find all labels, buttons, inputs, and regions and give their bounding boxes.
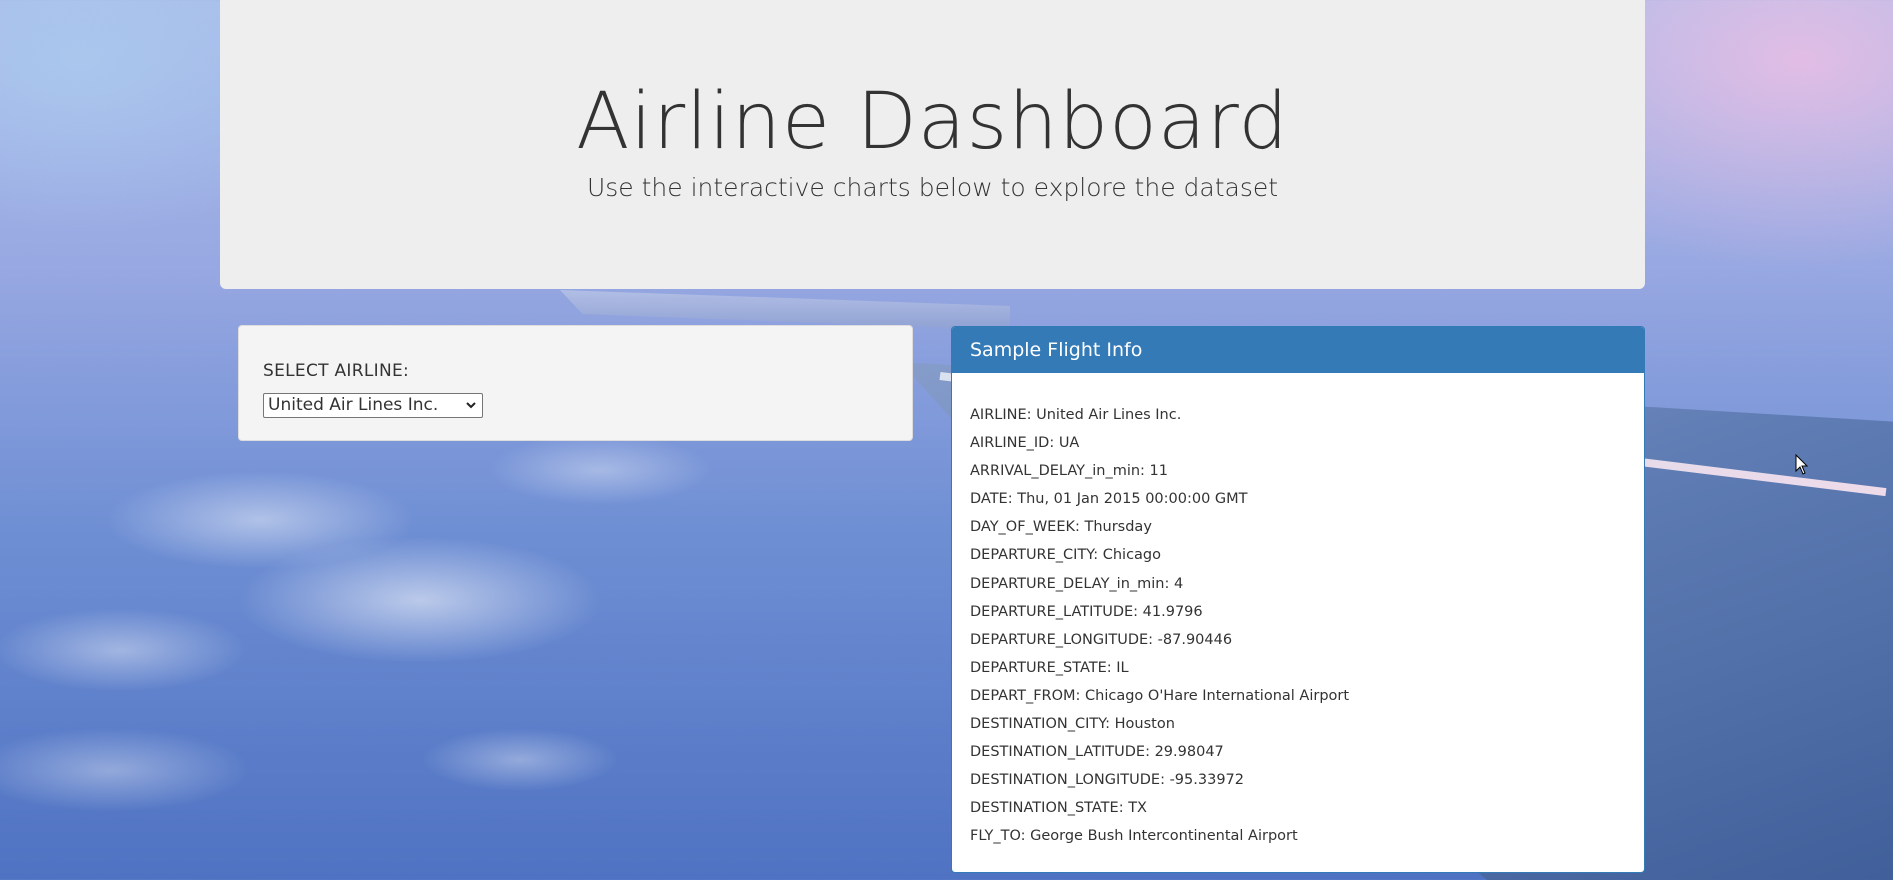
info-row-departure-city: DEPARTURE_CITY: Chicago [970, 547, 1161, 564]
info-row-day-of-week: DAY_OF_WEEK: Thursday [970, 519, 1152, 536]
info-row-depart-from: DEPART_FROM: Chicago O'Hare Internationa… [970, 687, 1350, 704]
sample-flight-info-heading: Sample Flight Info [952, 327, 1644, 373]
info-row-date: DATE: Thu, 01 Jan 2015 00:00:00 GMT [970, 491, 1248, 508]
info-row-destination-city: DESTINATION_CITY: Houston [970, 716, 1175, 733]
info-row-airline: AIRLINE: United Air Lines Inc. [970, 407, 1182, 423]
info-row-destination-longitude: DESTINATION_LONGITUDE: -95.33972 [970, 772, 1244, 789]
page-title: Airline Dashboard [576, 77, 1289, 167]
chevron-down-icon [465, 396, 477, 419]
airline-select-label: SELECT AIRLINE: [263, 361, 410, 381]
airline-select-dropdown[interactable]: United Air Lines Inc. [263, 393, 483, 418]
info-row-destination-latitude: DESTINATION_LATITUDE: 29.98047 [970, 744, 1224, 761]
airline-select-value: United Air Lines Inc. [268, 395, 439, 415]
background-wing-top [560, 290, 1010, 330]
page-header: Airline Dashboard Use the interactive ch… [220, 0, 1645, 289]
info-row-fly-to: FLY_TO: George Bush Intercontinental Air… [970, 828, 1298, 845]
info-row-departure-latitude: DEPARTURE_LATITUDE: 41.9796 [970, 603, 1203, 620]
info-row-arrival-delay: ARRIVAL_DELAY_in_min: 11 [970, 463, 1168, 480]
sample-flight-info-body: AIRLINE: United Air Lines Inc. AIRLINE_I… [952, 373, 1644, 851]
info-row-departure-delay: DEPARTURE_DELAY_in_min: 4 [970, 575, 1184, 592]
airline-select-panel: SELECT AIRLINE: United Air Lines Inc. [238, 325, 913, 441]
sample-flight-info-panel: Sample Flight Info AIRLINE: United Air L… [951, 326, 1645, 873]
info-row-departure-state: DEPARTURE_STATE: IL [970, 659, 1129, 676]
info-row-departure-longitude: DEPARTURE_LONGITUDE: -87.90446 [970, 631, 1233, 648]
page-subtitle: Use the interactive charts below to expl… [586, 173, 1279, 202]
mouse-pointer-icon [1795, 453, 1809, 476]
info-row-airline-id: AIRLINE_ID: UA [970, 435, 1080, 452]
info-row-destination-state: DESTINATION_STATE: TX [970, 800, 1147, 817]
